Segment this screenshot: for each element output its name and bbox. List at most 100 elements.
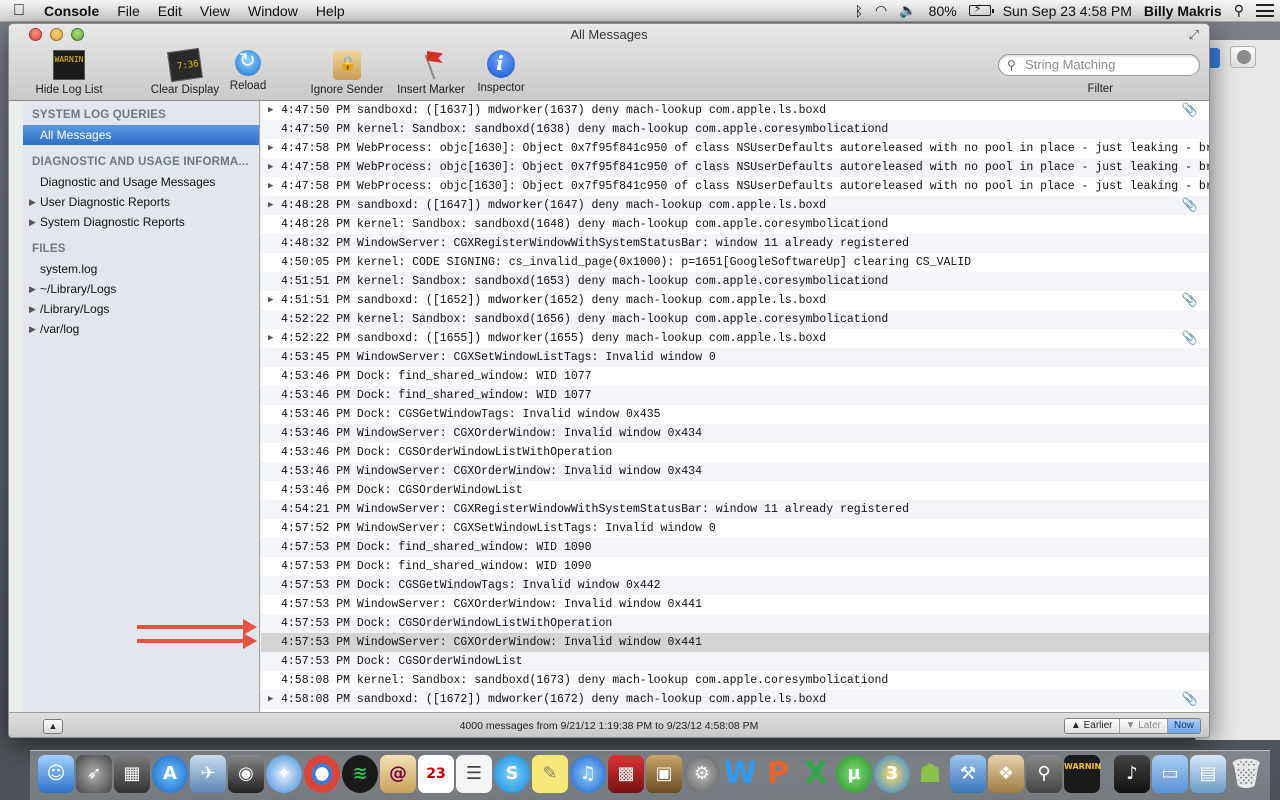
log-row[interactable]: 4:53:46 PM WindowServer: CGXOrderWindow:… [261,462,1209,481]
bluetooth-icon[interactable]: ᛒ [855,3,863,19]
paperclip-icon[interactable]: 📎 [1182,196,1198,215]
clock[interactable]: Sun Sep 23 4:58 PM [1003,3,1132,19]
apple-menu-icon[interactable]:  [0,2,38,20]
stickies-icon[interactable]: ✎ [532,755,568,793]
disclosure-triangle-icon[interactable]: ▶ [268,329,273,348]
excel-icon[interactable]: X [798,755,834,793]
contacts-icon[interactable]: @ [380,755,416,793]
log-row[interactable]: 4:53:46 PM Dock: find_shared_window: WID… [261,386,1209,405]
log-row[interactable]: 4:53:46 PM WindowServer: CGXOrderWindow:… [261,424,1209,443]
menu-app-console[interactable]: Console [38,3,108,19]
user-name[interactable]: Billy Makris [1144,3,1222,19]
sidebar-item-library-logs[interactable]: ▶ /Library/Logs [23,299,259,319]
log-row[interactable]: 4:58:08 PM kernel: Sandbox: sandboxd(167… [261,671,1209,690]
filter-search-input[interactable]: ⚲ String Matching [998,54,1200,76]
log-row[interactable]: ▶ 4:58:08 PM sandboxd: ([1672]) mdworker(… [261,690,1209,709]
log-row[interactable]: 4:57:53 PM Dock: CGSOrderWindowListWithO… [261,614,1209,633]
disclosure-triangle-icon[interactable]: ▶ [268,690,273,709]
disclosure-triangle-icon[interactable]: ▶ [268,291,273,310]
log-row[interactable]: 4:50:05 PM kernel: CODE SIGNING: cs_inva… [261,253,1209,272]
log-row[interactable]: ▶ 4:47:58 PM WebProcess: objc[1630]: Obje… [261,139,1209,158]
battery-percent[interactable]: 80% [929,3,957,19]
menu-view[interactable]: View [191,3,239,19]
log-row[interactable]: ▶ 4:47:58 PM WebProcess: objc[1630]: Obje… [261,177,1209,196]
iphoto-icon[interactable]: ▣ [646,755,682,793]
sidebar-item-all-messages[interactable]: All Messages [23,125,259,145]
finder-icon[interactable]: ☺ [38,755,74,793]
console-app-icon[interactable]: WARNIN [1064,755,1101,793]
log-row[interactable]: 4:53:46 PM Dock: CGSOrderWindowList [261,481,1209,500]
word-icon[interactable]: W [722,755,758,793]
volume-icon[interactable]: 🔈 [899,2,916,19]
sidebar-item-system-log[interactable]: system.log [23,259,259,279]
safari-icon[interactable]: ✦ [266,755,302,793]
hide-log-list-button[interactable]: WARNIN Hide Log List [33,50,105,96]
log-row[interactable]: 4:57:53 PM WindowServer: CGXOrderWindow:… [261,595,1209,614]
powerpoint-icon[interactable]: P [760,755,796,793]
log-row[interactable]: 4:52:22 PM kernel: Sandbox: sandboxd(165… [261,310,1209,329]
paperclip-icon[interactable]: 📎 [1182,101,1198,120]
log-row[interactable]: 4:54:21 PM WindowServer: CGXRegisterWind… [261,500,1209,519]
reminders-icon[interactable]: ☰ [456,755,492,793]
downloads-stack-icon[interactable]: ▤ [1190,755,1226,793]
music-folder-icon[interactable]: ♪ [1114,755,1150,793]
log-row[interactable]: 4:47:50 PM kernel: Sandbox: sandboxd(163… [261,120,1209,139]
log-row[interactable]: 4:53:46 PM Dock: find_shared_window: WID… [261,367,1209,386]
launchpad-icon[interactable]: ➶ [76,755,112,793]
now-button[interactable]: Now [1167,719,1200,733]
log-row[interactable]: ▶ 4:52:22 PM sandboxd: ([1655]) mdworker(… [261,329,1209,348]
log-row[interactable]: ▶ 4:47:58 PM WebProcess: objc[1630]: Obje… [261,158,1209,177]
utorrent-icon[interactable]: µ [836,755,872,793]
fullscreen-icon[interactable]: ⤢ [1189,27,1199,43]
log-row[interactable]: 4:53:46 PM Dock: CGSOrderWindowListWithO… [261,443,1209,462]
earlier-button[interactable]: ▲ Earlier [1064,719,1120,733]
sidebar-item-user-diagnostic-reports[interactable]: ▶ User Diagnostic Reports [23,192,259,212]
insert-marker-button[interactable]: Insert Marker [393,50,469,96]
log-row[interactable]: 4:51:51 PM kernel: Sandbox: sandboxd(165… [261,272,1209,291]
log-row[interactable]: 4:48:28 PM kernel: Sandbox: sandboxd(164… [261,215,1209,234]
clear-display-button[interactable]: Clear Display [147,47,223,96]
log-row[interactable]: 4:57:53 PM Dock: find_shared_window: WID… [261,557,1209,576]
disclosure-triangle-icon[interactable]: ▶ [29,279,36,299]
log-row[interactable]: 4:57:53 PM Dock: find_shared_window: WID… [261,538,1209,557]
xcode-icon[interactable]: ⚒ [950,755,986,793]
android-icon[interactable]: ☗ [912,755,948,793]
battery-icon[interactable] [968,2,994,16]
disclosure-triangle-icon[interactable]: ▶ [29,299,36,319]
chrome-icon[interactable] [304,755,340,793]
trash-icon[interactable]: 🗑 [1228,755,1264,793]
preview-icon[interactable]: ✈ [190,755,226,793]
disclosure-triangle-icon[interactable]: ▶ [29,212,36,232]
disclosure-triangle-icon[interactable]: ▶ [268,177,273,196]
sidebar-item-diagnostic-usage-messages[interactable]: Diagnostic and Usage Messages [23,172,259,192]
log-row[interactable]: 4:57:52 PM WindowServer: CGXSetWindowLis… [261,519,1209,538]
wifi-icon[interactable]: ◠ [875,2,887,19]
log-messages-list[interactable]: ▶ 4:47:50 PM sandboxd: ([1637]) mdworker(… [261,101,1209,712]
paperclip-icon[interactable]: 📎 [1182,690,1198,709]
paperclip-icon[interactable]: 📎 [1182,329,1198,348]
system-preferences-icon[interactable]: ⚙ [684,755,720,793]
menu-window[interactable]: Window [239,3,307,19]
log-row[interactable]: ▶ 4:51:51 PM sandboxd: ([1652]) mdworker(… [261,291,1209,310]
log-row[interactable]: 4:48:32 PM WindowServer: CGXRegisterWind… [261,234,1209,253]
notification-center-icon[interactable] [1256,4,1274,17]
archive-utility-icon[interactable]: ❖ [988,755,1024,793]
sidebar-item-var-log[interactable]: ▶ /var/log [23,319,259,339]
disclosure-triangle-icon[interactable]: ▶ [268,196,273,215]
disclosure-triangle-icon[interactable]: ▶ [29,192,36,212]
inspector-button[interactable]: Inspector [473,50,529,94]
log-row[interactable]: 4:57:53 PM Dock: CGSGetWindowTags: Inval… [261,576,1209,595]
spotify-icon[interactable]: ≋ [342,755,378,793]
facetime-icon[interactable]: ◉ [228,755,264,793]
menu-help[interactable]: Help [307,3,354,19]
later-button[interactable]: ▼ Later [1119,719,1168,733]
menu-file[interactable]: File [108,3,149,19]
paperclip-icon[interactable]: 📎 [1182,291,1198,310]
documents-folder-icon[interactable]: ▭ [1152,755,1188,793]
menu-edit[interactable]: Edit [149,3,191,19]
disclosure-triangle-icon[interactable]: ▶ [268,158,273,177]
itunes-icon[interactable]: ♫ [570,755,606,793]
disclosure-triangle-icon[interactable]: ▶ [29,319,36,339]
reload-button[interactable]: Reload [227,48,269,92]
network-utility-icon[interactable]: ⚲ [1026,755,1062,793]
